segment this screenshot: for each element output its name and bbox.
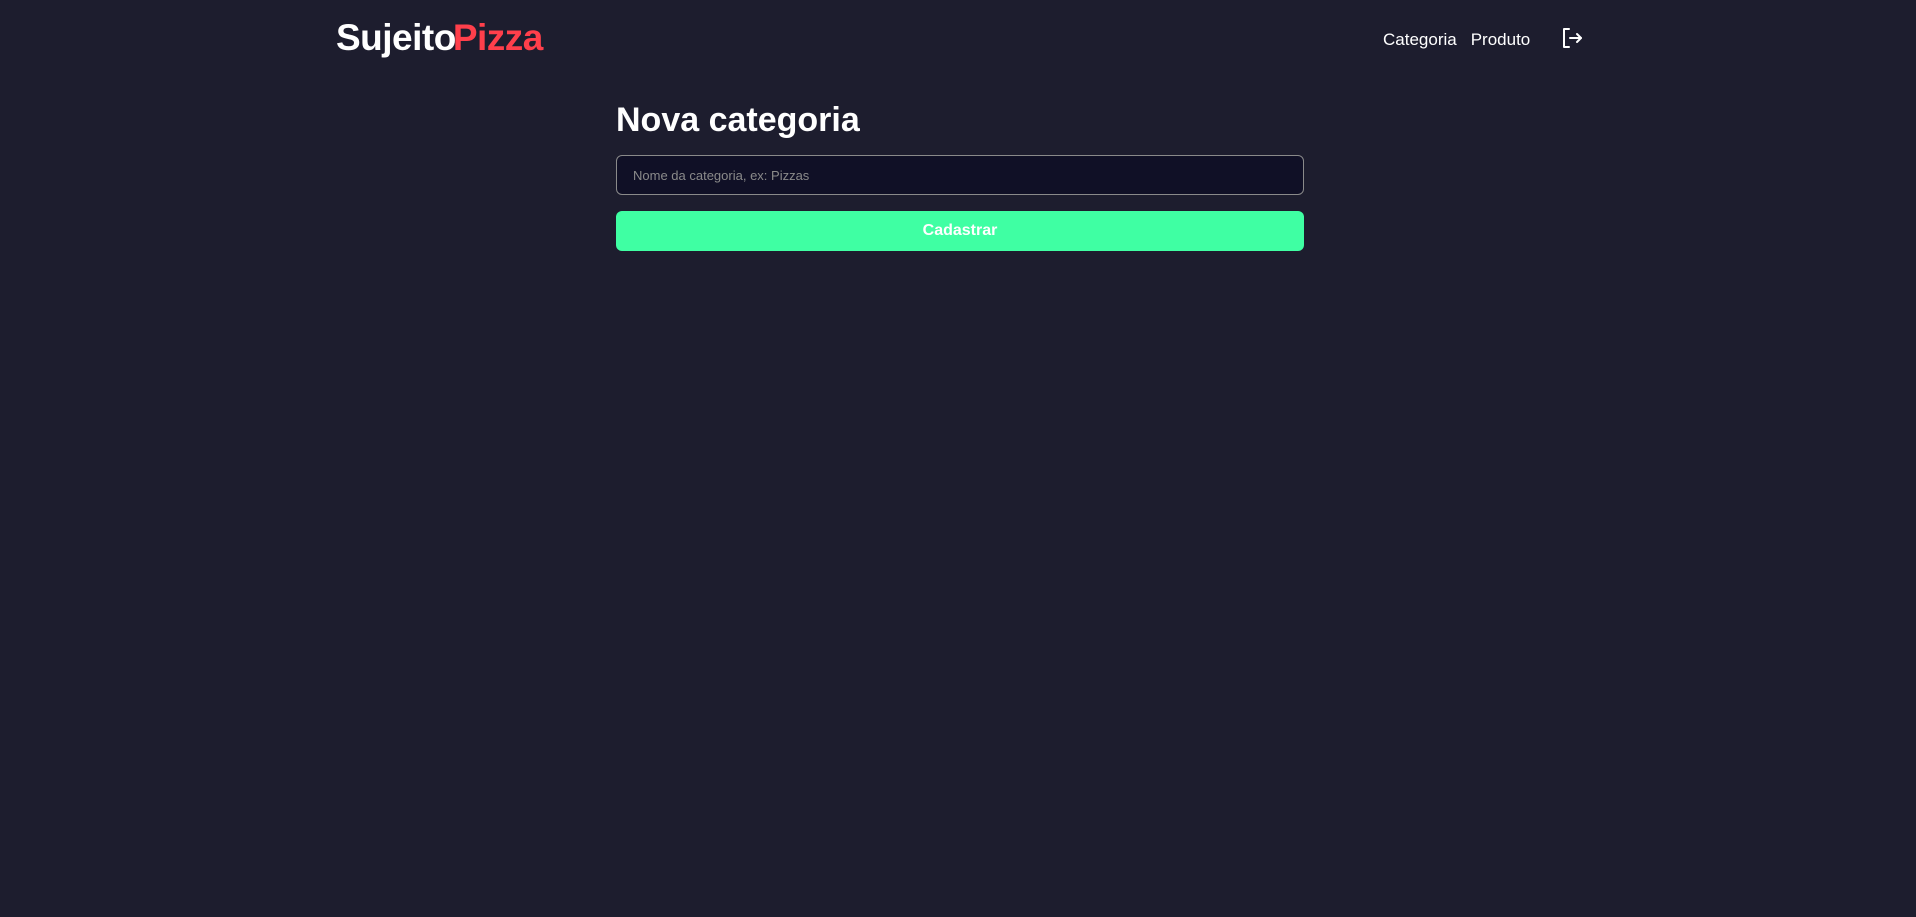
logo-part-sujeito: Sujeito [336, 17, 456, 58]
new-category-form-section: Nova categoria Cadastrar [616, 98, 1304, 251]
nav-link-categoria[interactable]: Categoria [1383, 28, 1457, 52]
logo-part-pizza: Pizza [452, 17, 544, 58]
logout-icon [1563, 28, 1582, 48]
nav-link-produto[interactable]: Produto [1471, 28, 1531, 52]
logout-button[interactable] [1560, 26, 1584, 50]
header: SujeitoPizza Categoria Produto [0, 0, 1916, 80]
page-title: Nova categoria [616, 101, 860, 139]
category-name-input[interactable] [616, 155, 1304, 195]
cadastrar-button[interactable]: Cadastrar [616, 211, 1304, 251]
logo[interactable]: SujeitoPizza [336, 14, 543, 62]
main-nav: Categoria Produto [1383, 28, 1530, 52]
new-category-form: Cadastrar [616, 155, 1304, 251]
